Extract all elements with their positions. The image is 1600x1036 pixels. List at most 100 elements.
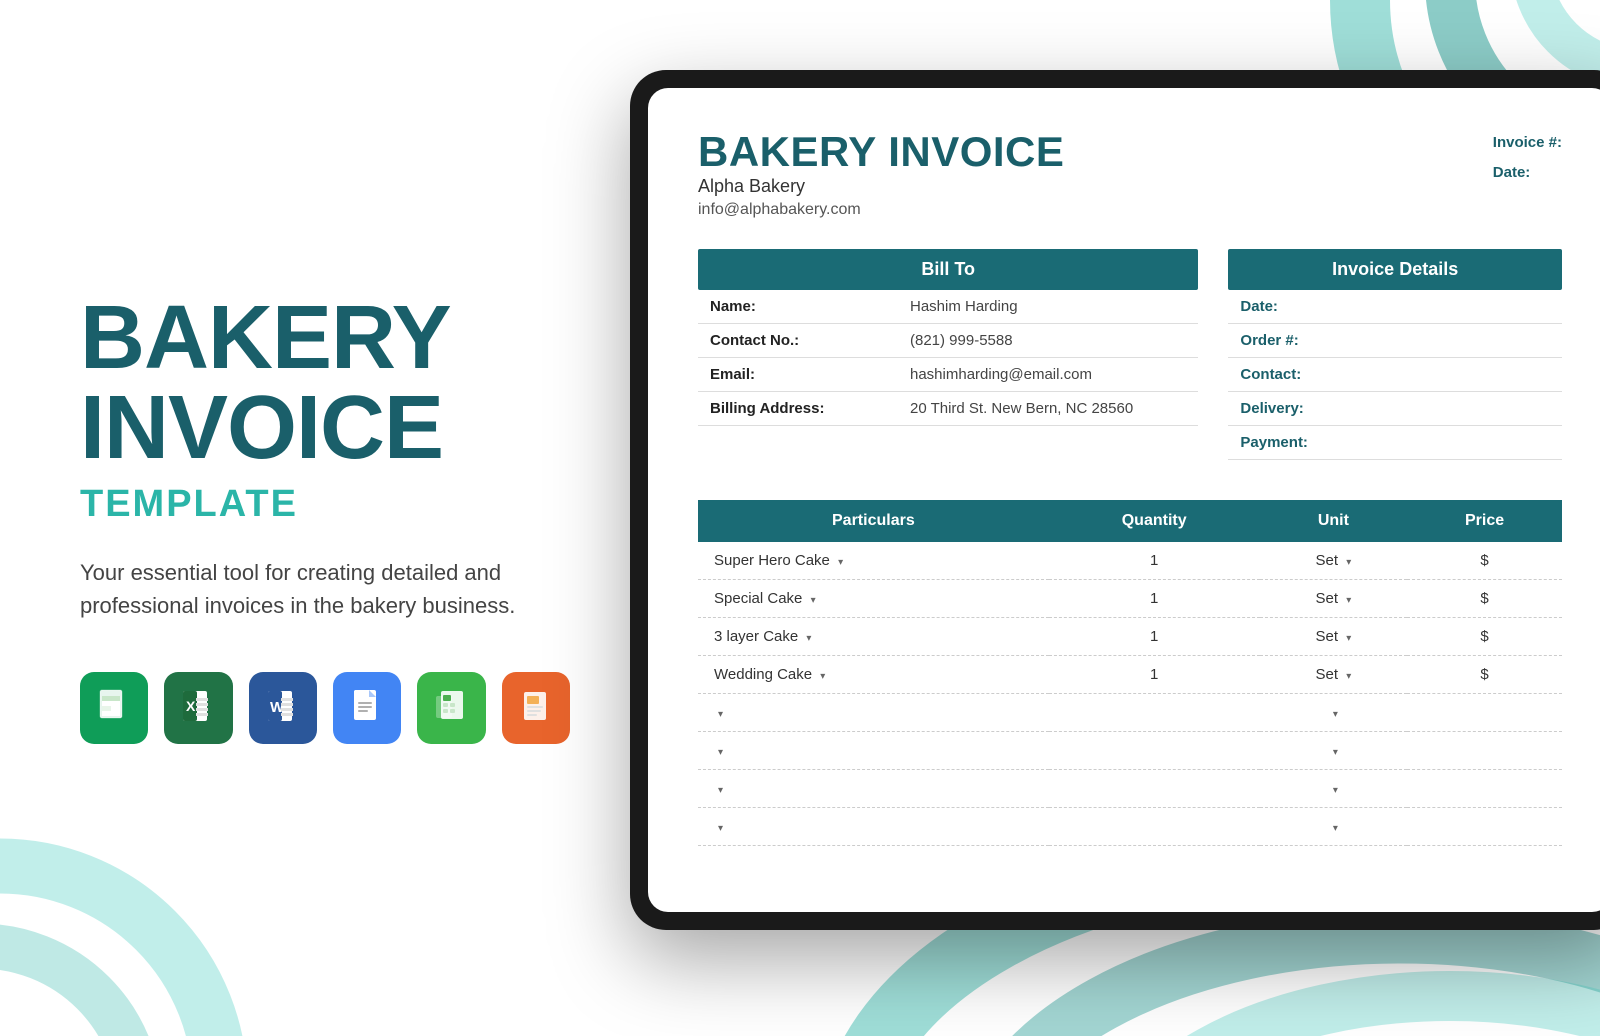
particular-cell: ▾ <box>698 770 1049 808</box>
bakery-name: Alpha Bakery <box>698 176 1064 197</box>
bill-to-header: Bill To <box>698 249 1198 290</box>
main-title-line2: INVOICE <box>80 383 570 473</box>
invoice-number-label: Invoice #: <box>1493 134 1562 151</box>
table-row: Billing Address: 20 Third St. New Bern, … <box>698 392 1198 426</box>
payment-label: Payment: <box>1228 426 1428 460</box>
unit-cell: ▾ <box>1260 694 1407 732</box>
unit-cell: Set ▾ <box>1260 618 1407 656</box>
particular-cell: Super Hero Cake ▾ <box>698 542 1049 580</box>
invoice-details-header: Invoice Details <box>1228 249 1562 290</box>
unit-cell: ▾ <box>1260 808 1407 846</box>
invoice-meta-right: Invoice #: Date: <box>1493 128 1562 188</box>
unit-header: Unit <box>1260 500 1407 542</box>
quantity-cell <box>1049 694 1260 732</box>
date-issued-value <box>1428 290 1562 324</box>
address-value: 20 Third St. New Bern, NC 28560 <box>898 392 1198 426</box>
delivery-label: Delivery: <box>1228 392 1428 426</box>
table-row: Delivery: <box>1228 392 1562 426</box>
payment-value <box>1428 426 1562 460</box>
email-value: hashimharding@email.com <box>898 358 1198 392</box>
main-subtitle: TEMPLATE <box>80 483 570 526</box>
price-cell: $ <box>1407 656 1562 694</box>
quantity-cell: 1 <box>1049 618 1260 656</box>
unit-cell: Set ▾ <box>1260 656 1407 694</box>
table-row: Special Cake ▾ 1 Set ▾ $ <box>698 580 1562 618</box>
table-row: Order #: <box>1228 324 1562 358</box>
quantity-cell <box>1049 732 1260 770</box>
table-row: Super Hero Cake ▾ 1 Set ▾ $ <box>698 542 1562 580</box>
table-row: Date: <box>1228 290 1562 324</box>
table-row: Name: Hashim Harding <box>698 290 1198 324</box>
tablet-screen: BAKERY INVOICE Alpha Bakery info@alphaba… <box>648 88 1600 912</box>
items-table: Particulars Quantity Unit Price Super He… <box>698 500 1562 846</box>
price-header: Price <box>1407 500 1562 542</box>
table-row: ▾ ▾ <box>698 694 1562 732</box>
tablet-device: BAKERY INVOICE Alpha Bakery info@alphaba… <box>630 70 1600 930</box>
date-issued-label: Date: <box>1228 290 1428 324</box>
name-label: Name: <box>698 290 898 324</box>
invoice-content: BAKERY INVOICE Alpha Bakery info@alphaba… <box>648 88 1600 912</box>
particular-cell: ▾ <box>698 732 1049 770</box>
unit-cell: ▾ <box>1260 770 1407 808</box>
quantity-header: Quantity <box>1049 500 1260 542</box>
info-section: Bill To Name: Hashim Harding Contact No.… <box>698 249 1562 480</box>
contact-no-label: Contact: <box>1228 358 1428 392</box>
unit-cell: Set ▾ <box>1260 542 1407 580</box>
table-row: Contact: <box>1228 358 1562 392</box>
particular-cell: Special Cake ▾ <box>698 580 1049 618</box>
email-label: Email: <box>698 358 898 392</box>
price-cell <box>1407 732 1562 770</box>
table-row: ▾ ▾ <box>698 770 1562 808</box>
invoice-details-section: Invoice Details Date: Order #: <box>1228 249 1562 480</box>
invoice-title: BAKERY INVOICE <box>698 128 1064 176</box>
contact-value: (821) 999-5588 <box>898 324 1198 358</box>
address-label: Billing Address: <box>698 392 898 426</box>
quantity-cell <box>1049 808 1260 846</box>
google-docs-icon <box>333 672 401 744</box>
main-title-line1: BAKERY <box>80 293 570 383</box>
particular-cell: ▾ <box>698 808 1049 846</box>
delivery-value <box>1428 392 1562 426</box>
unit-cell: ▾ <box>1260 732 1407 770</box>
price-cell <box>1407 694 1562 732</box>
particular-cell: 3 layer Cake ▾ <box>698 618 1049 656</box>
date-label: Date: <box>1493 164 1531 181</box>
tablet-frame: BAKERY INVOICE Alpha Bakery info@alphaba… <box>630 70 1600 930</box>
table-row: Wedding Cake ▾ 1 Set ▾ $ <box>698 656 1562 694</box>
particulars-header: Particulars <box>698 500 1049 542</box>
word-icon: W <box>249 672 317 744</box>
order-label: Order #: <box>1228 324 1428 358</box>
particular-cell: Wedding Cake ▾ <box>698 656 1049 694</box>
price-cell <box>1407 808 1562 846</box>
invoice-header: BAKERY INVOICE Alpha Bakery info@alphaba… <box>698 128 1562 239</box>
order-value <box>1428 324 1562 358</box>
table-row: ▾ ▾ <box>698 808 1562 846</box>
unit-cell: Set ▾ <box>1260 580 1407 618</box>
google-sheets-icon <box>80 672 148 744</box>
app-icons-row: X W <box>80 672 570 744</box>
contact-no-value <box>1428 358 1562 392</box>
invoice-details-table: Date: Order #: Contact: <box>1228 290 1562 460</box>
table-row: Email: hashimharding@email.com <box>698 358 1198 392</box>
table-row: ▾ ▾ <box>698 732 1562 770</box>
table-row: Payment: <box>1228 426 1562 460</box>
price-cell <box>1407 770 1562 808</box>
left-panel: BAKERY INVOICE TEMPLATE Your essential t… <box>0 0 650 1036</box>
bill-to-table: Name: Hashim Harding Contact No.: (821) … <box>698 290 1198 426</box>
quantity-cell: 1 <box>1049 542 1260 580</box>
quantity-cell <box>1049 770 1260 808</box>
bakery-email: info@alphabakery.com <box>698 201 1064 219</box>
table-row: 3 layer Cake ▾ 1 Set ▾ $ <box>698 618 1562 656</box>
pages-icon <box>502 672 570 744</box>
quantity-cell: 1 <box>1049 656 1260 694</box>
invoice-left-header: BAKERY INVOICE Alpha Bakery info@alphaba… <box>698 128 1064 239</box>
quantity-cell: 1 <box>1049 580 1260 618</box>
particular-cell: ▾ <box>698 694 1049 732</box>
numbers-icon <box>417 672 485 744</box>
price-cell: $ <box>1407 618 1562 656</box>
table-header-row: Particulars Quantity Unit Price <box>698 500 1562 542</box>
main-description: Your essential tool for creating detaile… <box>80 556 560 622</box>
excel-icon: X <box>164 672 232 744</box>
name-value: Hashim Harding <box>898 290 1198 324</box>
bill-to-section: Bill To Name: Hashim Harding Contact No.… <box>698 249 1198 480</box>
